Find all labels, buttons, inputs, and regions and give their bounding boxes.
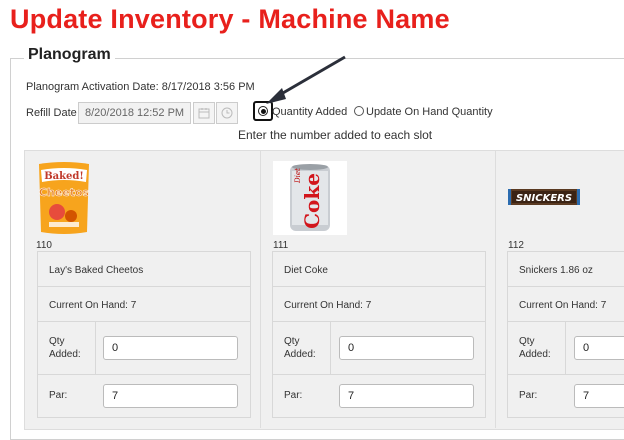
refill-date-input[interactable] bbox=[78, 102, 191, 124]
par-input[interactable] bbox=[103, 384, 238, 408]
par-input[interactable] bbox=[574, 384, 624, 408]
quantity-added-label[interactable]: Quantity Added bbox=[272, 106, 347, 118]
qty-added-input[interactable] bbox=[339, 336, 474, 360]
qty-added-label: Qty Added: bbox=[284, 336, 316, 360]
calendar-button[interactable] bbox=[193, 102, 215, 124]
slot-number: 110 bbox=[36, 240, 52, 251]
par-input[interactable] bbox=[339, 384, 474, 408]
update-on-hand-radio[interactable] bbox=[354, 106, 364, 116]
par-label: Par: bbox=[49, 390, 68, 401]
cheetos-bag-icon: Baked! Cheetos bbox=[39, 162, 90, 234]
qty-added-label: Qty Added: bbox=[49, 336, 81, 360]
product-name: Lay's Baked Cheetos bbox=[49, 265, 144, 276]
qty-added-input[interactable] bbox=[574, 336, 624, 360]
svg-text:Cheetos: Cheetos bbox=[39, 186, 90, 199]
current-on-hand: Current On Hand: 7 bbox=[519, 300, 607, 311]
par-label: Par: bbox=[284, 390, 303, 401]
qty-added-label: Qty Added: bbox=[519, 336, 551, 360]
svg-text:Baked!: Baked! bbox=[44, 171, 84, 182]
refill-date-label: Refill Date bbox=[26, 107, 77, 119]
clock-icon bbox=[221, 107, 233, 119]
product-name: Snickers 1.86 oz bbox=[519, 265, 593, 276]
update-on-hand-label[interactable]: Update On Hand Quantity bbox=[366, 106, 493, 118]
product-name-row: Snickers 1.86 oz bbox=[507, 251, 624, 287]
current-on-hand: Current On Hand: 7 bbox=[284, 300, 372, 311]
slot-number: 112 bbox=[508, 240, 524, 251]
diet-coke-can-icon: Coke Diet bbox=[273, 161, 347, 235]
snickers-bar-icon: SNICKERS bbox=[508, 189, 580, 205]
product-name-row: Lay's Baked Cheetos bbox=[37, 251, 251, 287]
current-on-hand-row: Current On Hand: 7 bbox=[272, 286, 486, 322]
current-on-hand: Current On Hand: 7 bbox=[49, 300, 137, 311]
radio-selected-icon bbox=[258, 106, 268, 116]
qty-added-input[interactable] bbox=[103, 336, 238, 360]
instruction-text: Enter the number added to each slot bbox=[238, 128, 433, 142]
par-label: Par: bbox=[519, 390, 538, 401]
current-on-hand-row: Current On Hand: 7 bbox=[507, 286, 624, 322]
quantity-added-radio[interactable] bbox=[253, 101, 273, 121]
page-title: Update Inventory - Machine Name bbox=[10, 4, 450, 34]
slot-number: 111 bbox=[273, 240, 289, 251]
svg-text:Diet: Diet bbox=[294, 168, 302, 184]
svg-text:Coke: Coke bbox=[300, 173, 324, 229]
calendar-icon bbox=[198, 108, 210, 119]
planogram-legend: Planogram bbox=[24, 46, 115, 64]
product-name-row: Diet Coke bbox=[272, 251, 486, 287]
current-on-hand-row: Current On Hand: 7 bbox=[37, 286, 251, 322]
svg-text:SNICKERS: SNICKERS bbox=[516, 193, 572, 204]
activation-date-text: Planogram Activation Date: 8/17/2018 3:5… bbox=[26, 81, 255, 93]
product-name: Diet Coke bbox=[284, 265, 328, 276]
time-button[interactable] bbox=[216, 102, 238, 124]
